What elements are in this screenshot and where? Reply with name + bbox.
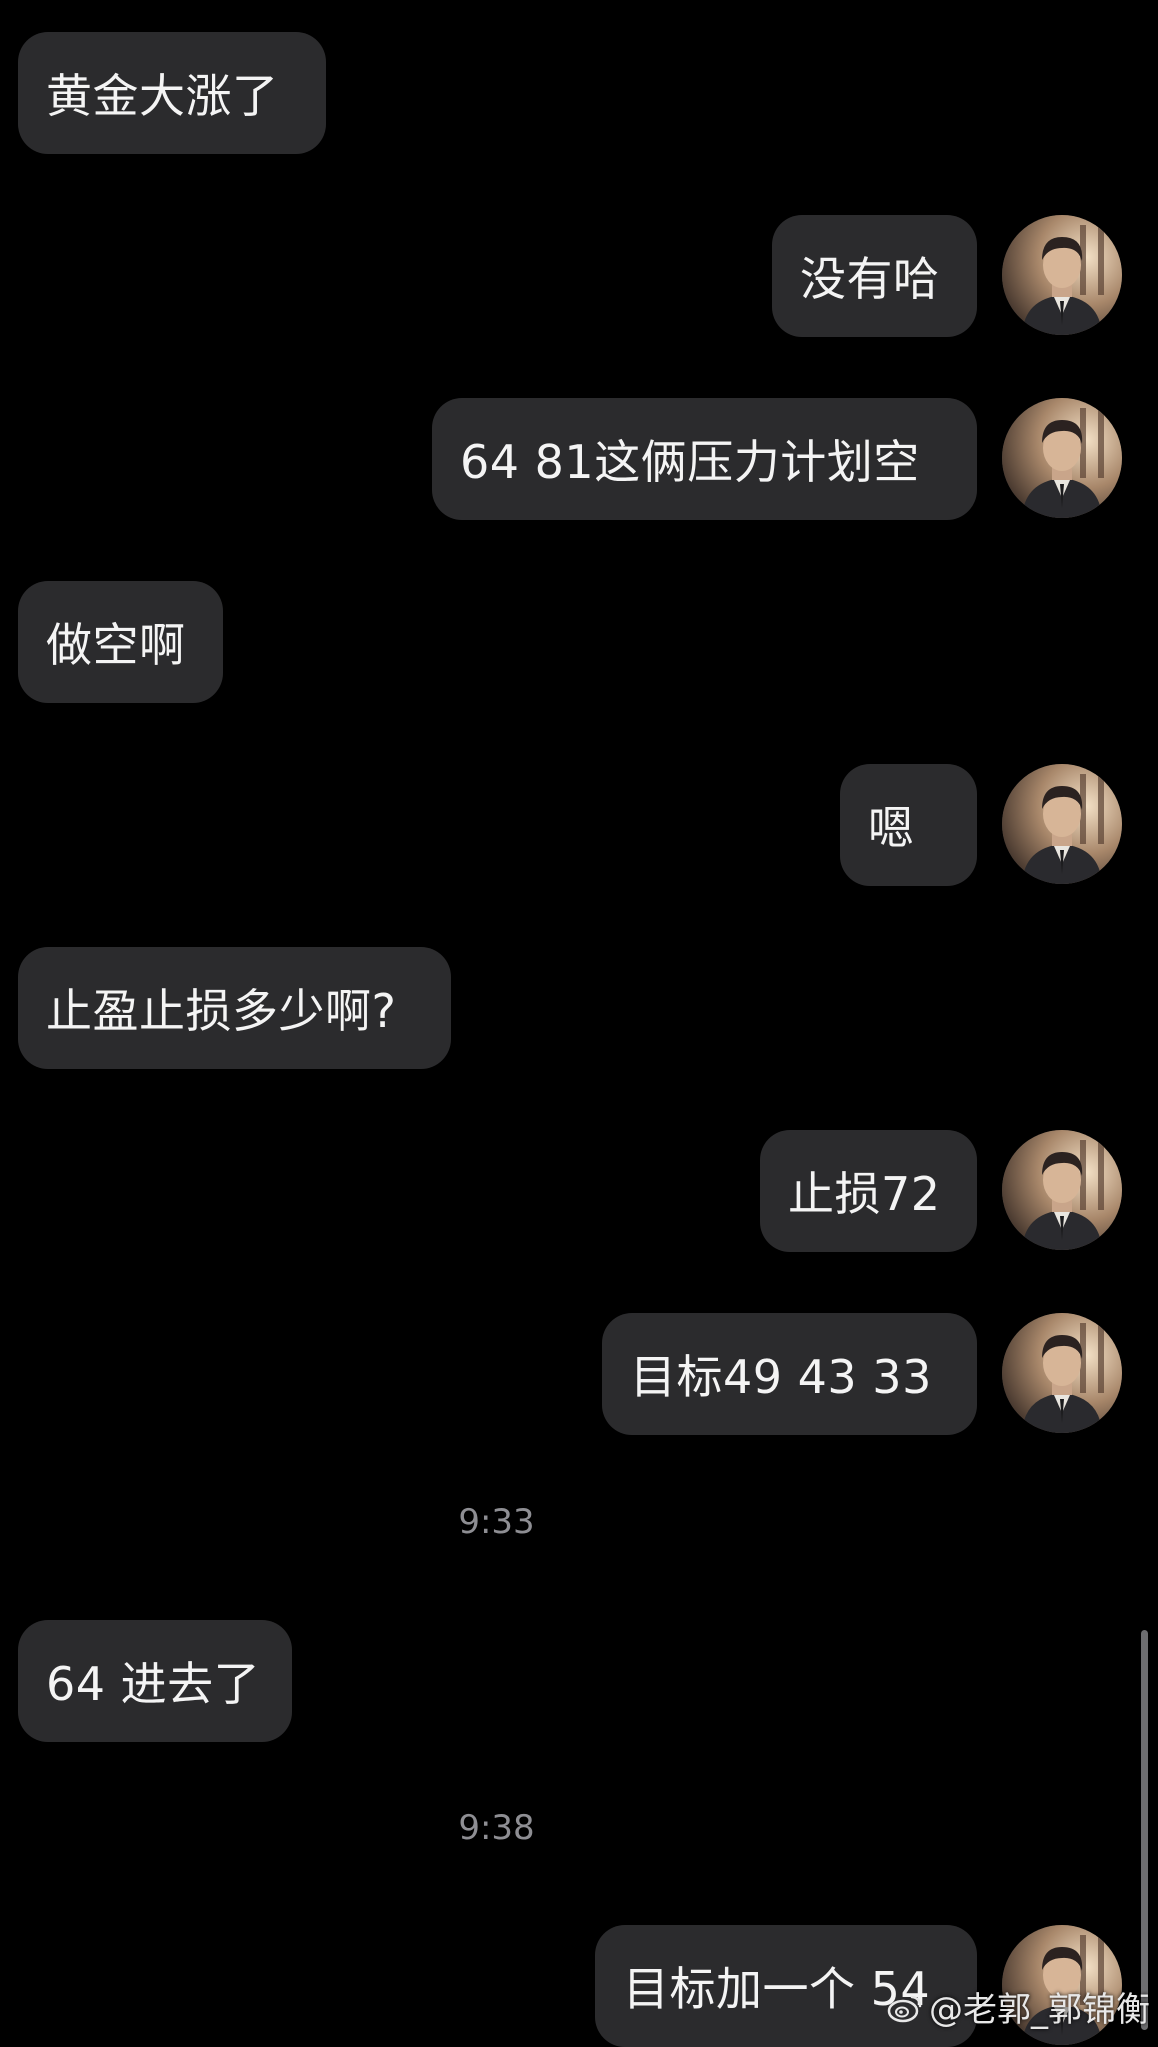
timestamp: 9:38 [458, 1808, 535, 1848]
avatar[interactable] [1002, 764, 1122, 884]
message-bubble[interactable]: 嗯 [840, 764, 977, 886]
avatar[interactable] [1002, 1313, 1122, 1433]
avatar[interactable] [1002, 215, 1122, 335]
watermark: @老郭_郭锦衡 [887, 1982, 1150, 2031]
incoming-message: 黄金大涨了 [0, 32, 1158, 154]
chat-thread[interactable]: 黄金大涨了 没有哈 64 81这俩压力计划空 做空啊 嗯 止盈止损多少啊? 止损… [0, 0, 1158, 2047]
watermark-handle: @老郭_郭锦衡 [929, 1990, 1150, 2030]
avatar[interactable] [1002, 1130, 1122, 1250]
message-bubble[interactable]: 目标49 43 33 [602, 1313, 977, 1435]
message-bubble[interactable]: 没有哈 [772, 215, 977, 337]
avatar[interactable] [1002, 398, 1122, 518]
outgoing-message: 没有哈 [0, 215, 1158, 337]
incoming-message: 64 进去了 [0, 1620, 1158, 1742]
message-bubble[interactable]: 64 进去了 [18, 1620, 292, 1742]
weibo-logo-icon [887, 1992, 923, 2022]
incoming-message: 止盈止损多少啊? [0, 947, 1158, 1069]
scrollbar[interactable] [1141, 1630, 1148, 2030]
message-bubble[interactable]: 黄金大涨了 [18, 32, 326, 154]
outgoing-message: 目标49 43 33 [0, 1313, 1158, 1435]
outgoing-message: 64 81这俩压力计划空 [0, 398, 1158, 520]
message-bubble[interactable]: 止盈止损多少啊? [18, 947, 451, 1069]
outgoing-message: 嗯 [0, 764, 1158, 886]
outgoing-message: 止损72 [0, 1130, 1158, 1252]
incoming-message: 做空啊 [0, 581, 1158, 703]
message-bubble[interactable]: 止损72 [760, 1130, 977, 1252]
timestamp: 9:33 [458, 1502, 535, 1542]
message-bubble[interactable]: 做空啊 [18, 581, 223, 703]
message-bubble[interactable]: 64 81这俩压力计划空 [432, 398, 977, 520]
